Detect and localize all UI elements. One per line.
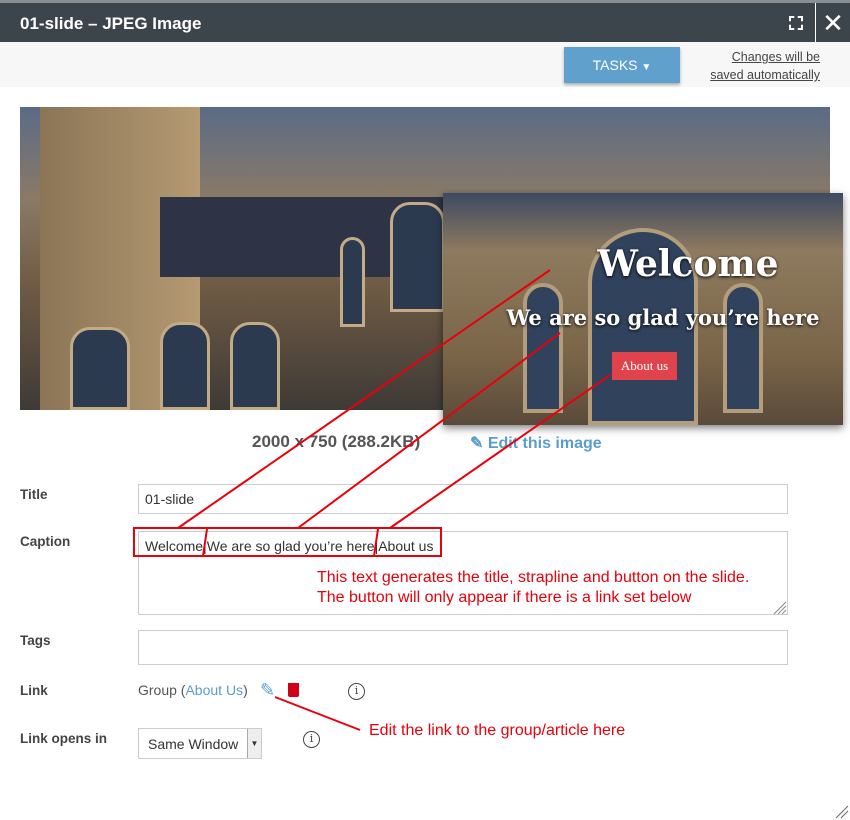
pointer-link bbox=[274, 696, 361, 731]
annotation-lines bbox=[133, 269, 849, 819]
pointer-title bbox=[177, 269, 551, 529]
window-resize-icon bbox=[835, 805, 849, 819]
pointer-button bbox=[389, 374, 611, 529]
separator-1 bbox=[202, 528, 208, 557]
resize-handle-icon bbox=[773, 601, 787, 615]
separator-2 bbox=[373, 528, 379, 557]
caption-highlight-box bbox=[133, 527, 442, 557]
pointer-strapline bbox=[297, 332, 561, 529]
